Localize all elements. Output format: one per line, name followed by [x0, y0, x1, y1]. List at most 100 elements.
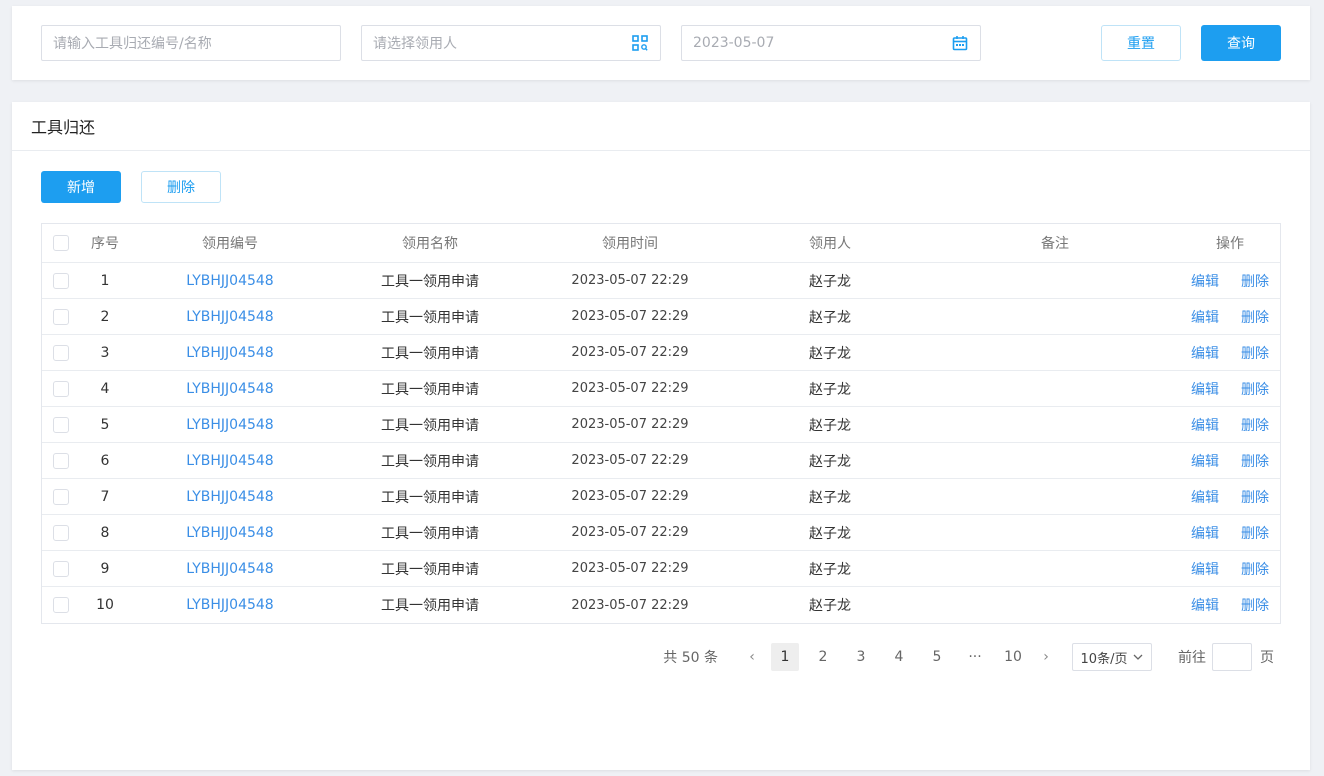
row-checkbox[interactable] [53, 308, 69, 325]
table-row: 1 LYBHJJ04548 工具一领用申请 2023-05-07 22:29 赵子龙 编辑… [42, 263, 1280, 299]
row-code-link[interactable]: LYBHJJ04548 [130, 525, 330, 541]
tool-return-panel: 工具归还 新增 删除 序号 领用编号 领用名称 领用时间 领用人 备注 操作 1… [12, 102, 1310, 770]
row-name: 工具一领用申请 [381, 598, 479, 614]
date-value: 2023-05-07 [693, 35, 775, 51]
add-button[interactable]: 新增 [41, 171, 121, 203]
row-name: 工具一领用申请 [381, 381, 479, 398]
row-person: 赵子龙 [809, 345, 851, 362]
goto-page-input[interactable] [1212, 643, 1252, 671]
next-page-icon[interactable]: › [1032, 649, 1060, 665]
date-picker[interactable]: 2023-05-07 [681, 25, 981, 61]
row-checkbox[interactable] [53, 380, 69, 397]
records-table: 序号 领用编号 领用名称 领用时间 领用人 备注 操作 1 LYBHJJ04548… [41, 223, 1281, 624]
row-delete-button[interactable]: 删除 [1241, 451, 1269, 471]
chevron-down-icon [1134, 654, 1143, 660]
query-button[interactable]: 查询 [1201, 25, 1281, 61]
person-select[interactable]: 请选择领用人 [361, 25, 661, 61]
row-delete-button[interactable]: 删除 [1241, 343, 1269, 363]
page-list: 12345 [766, 643, 956, 671]
page-number[interactable]: 2 [809, 643, 837, 671]
row-checkbox[interactable] [53, 524, 69, 541]
row-edit-button[interactable]: 编辑 [1191, 271, 1219, 291]
prev-page-icon[interactable]: ‹ [738, 649, 766, 665]
table-row: 4 LYBHJJ04548 工具一领用申请 2023-05-07 22:29 赵子龙 编辑… [42, 371, 1280, 407]
table-row: 5 LYBHJJ04548 工具一领用申请 2023-05-07 22:29 赵子龙 编辑… [42, 407, 1280, 443]
row-code-link[interactable]: LYBHJJ04548 [130, 273, 330, 289]
row-checkbox[interactable] [53, 416, 69, 433]
row-person: 赵子龙 [809, 309, 851, 326]
row-delete-button[interactable]: 删除 [1241, 271, 1269, 291]
row-edit-button[interactable]: 编辑 [1191, 451, 1219, 471]
row-time: 2023-05-07 22:29 [571, 381, 689, 396]
row-edit-button[interactable]: 编辑 [1191, 343, 1219, 363]
row-delete-button[interactable]: 删除 [1241, 523, 1269, 543]
row-delete-button[interactable]: 删除 [1241, 595, 1269, 615]
header-person: 领用人 [809, 236, 851, 252]
row-code-link[interactable]: LYBHJJ04548 [130, 489, 330, 505]
page-number[interactable]: 4 [885, 643, 913, 671]
row-checkbox[interactable] [53, 488, 69, 505]
qr-scan-icon[interactable] [631, 34, 649, 52]
row-edit-button[interactable]: 编辑 [1191, 595, 1219, 615]
row-checkbox[interactable] [53, 560, 69, 577]
table-header-row: 序号 领用编号 领用名称 领用时间 领用人 备注 操作 [42, 224, 1280, 263]
table-row: 3 LYBHJJ04548 工具一领用申请 2023-05-07 22:29 赵子龙 编辑… [42, 335, 1280, 371]
page-size-select[interactable]: 10条/页 [1072, 643, 1152, 671]
goto-label: 前往 [1178, 650, 1206, 666]
table-row: 10 LYBHJJ04548 工具一领用申请 2023-05-07 22:29 赵子龙 编… [42, 587, 1280, 623]
row-index: 9 [100, 560, 110, 577]
table-row: 6 LYBHJJ04548 工具一领用申请 2023-05-07 22:29 赵子龙 编辑… [42, 443, 1280, 479]
row-delete-button[interactable]: 删除 [1241, 415, 1269, 435]
header-time: 领用时间 [602, 236, 658, 252]
code-search-placeholder: 请输入工具归还编号/名称 [53, 36, 212, 52]
row-code-link[interactable]: LYBHJJ04548 [130, 597, 330, 613]
page-number[interactable]: 5 [923, 643, 951, 671]
row-person: 赵子龙 [809, 525, 851, 542]
row-person: 赵子龙 [809, 417, 851, 434]
row-edit-button[interactable]: 编辑 [1191, 379, 1219, 399]
row-checkbox[interactable] [53, 452, 69, 469]
row-index: 3 [100, 344, 110, 361]
code-search-input[interactable]: 请输入工具归还编号/名称 [41, 25, 341, 61]
page-ellipsis[interactable]: ··· [961, 643, 989, 671]
row-person: 赵子龙 [809, 598, 851, 614]
page-last[interactable]: 10 [999, 643, 1027, 671]
person-select-placeholder: 请选择领用人 [373, 36, 457, 52]
calendar-icon[interactable] [951, 34, 969, 52]
row-checkbox[interactable] [53, 597, 69, 613]
row-time: 2023-05-07 22:29 [571, 309, 689, 324]
row-index: 7 [100, 488, 110, 505]
row-name: 工具一领用申请 [381, 453, 479, 470]
row-checkbox[interactable] [53, 344, 69, 361]
row-code-link[interactable]: LYBHJJ04548 [130, 417, 330, 433]
row-edit-button[interactable]: 编辑 [1191, 559, 1219, 579]
row-delete-button[interactable]: 删除 [1241, 559, 1269, 579]
row-name: 工具一领用申请 [381, 345, 479, 362]
pagination: 共 50 条 ‹ 12345 ··· 10 › 10条/页 前往 页 [663, 643, 1274, 671]
row-delete-button[interactable]: 删除 [1241, 487, 1269, 507]
row-edit-button[interactable]: 编辑 [1191, 523, 1219, 543]
row-code-link[interactable]: LYBHJJ04548 [130, 561, 330, 577]
header-ops: 操作 [1216, 236, 1244, 252]
row-person: 赵子龙 [809, 273, 851, 290]
row-name: 工具一领用申请 [381, 273, 479, 290]
row-edit-button[interactable]: 编辑 [1191, 415, 1219, 435]
row-code-link[interactable]: LYBHJJ04548 [130, 381, 330, 397]
page-number[interactable]: 3 [847, 643, 875, 671]
row-edit-button[interactable]: 编辑 [1191, 307, 1219, 327]
page-suffix: 页 [1260, 650, 1274, 666]
row-code-link[interactable]: LYBHJJ04548 [130, 345, 330, 361]
row-time: 2023-05-07 22:29 [571, 273, 689, 288]
row-code-link[interactable]: LYBHJJ04548 [130, 453, 330, 469]
select-all-checkbox[interactable] [53, 235, 69, 251]
row-time: 2023-05-07 22:29 [571, 525, 689, 540]
table-row: 2 LYBHJJ04548 工具一领用申请 2023-05-07 22:29 赵子龙 编辑… [42, 299, 1280, 335]
reset-button[interactable]: 重置 [1101, 25, 1181, 61]
row-edit-button[interactable]: 编辑 [1191, 487, 1219, 507]
batch-delete-button[interactable]: 删除 [141, 171, 221, 203]
page-number[interactable]: 1 [771, 643, 799, 671]
row-delete-button[interactable]: 删除 [1241, 307, 1269, 327]
row-delete-button[interactable]: 删除 [1241, 379, 1269, 399]
row-code-link[interactable]: LYBHJJ04548 [130, 309, 330, 325]
row-checkbox[interactable] [53, 272, 69, 289]
